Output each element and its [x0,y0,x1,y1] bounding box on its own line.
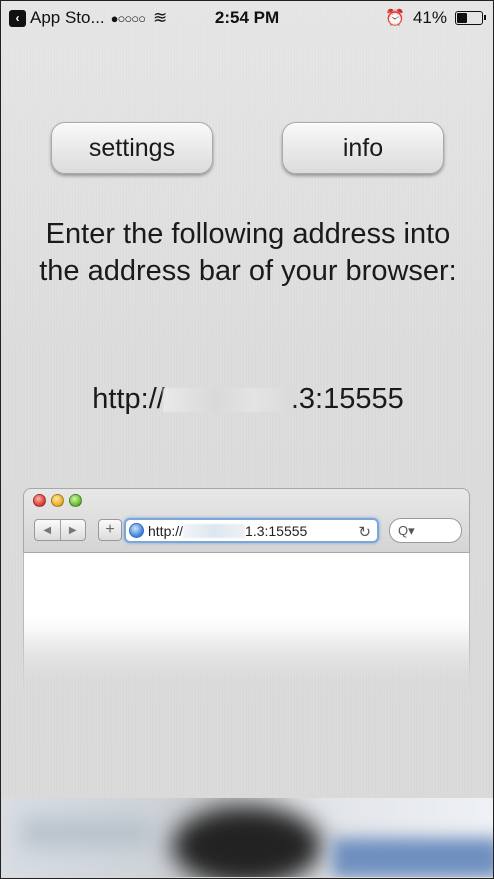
ad-banner[interactable] [2,798,493,877]
browser-toolbar: ◀ ▶ + http:// 1.3:15555 ↻ Q▾ [23,488,470,553]
app-screen: ‹ App Sto... ●○○○○ ≋ 2:54 PM ⏰ 41% setti… [0,0,494,879]
url-suffix: 1.3:15555 [245,522,308,539]
status-right: ⏰ 41% [385,8,486,28]
minimize-window-icon [51,494,64,507]
instructions-text: Enter the following address into the add… [39,218,457,287]
battery-percent: 41% [412,8,447,27]
server-address: http:// .3:15555 [1,383,493,416]
ad-image-part [172,806,322,877]
search-icon: Q▾ [398,522,415,538]
redacted-ip-mask [162,388,293,413]
redacted-url-mask [183,523,246,538]
browser-page-area [23,553,470,693]
close-window-icon [33,494,46,507]
add-bookmark-icon: + [98,519,122,541]
forward-arrow-icon: ▶ [59,520,86,540]
status-bar: ‹ App Sto... ●○○○○ ≋ 2:54 PM ⏰ 41% [1,1,493,35]
back-arrow-icon: ◀ [43,524,52,536]
alarm-icon: ⏰ [385,10,405,27]
reload-icon: ↻ [358,524,371,541]
illustration-search-box: Q▾ [389,518,462,543]
info-button[interactable]: info [282,122,444,174]
globe-icon [129,523,144,538]
battery-fill [457,13,467,23]
battery-icon [455,11,486,25]
browser-illustration: ◀ ▶ + http:// 1.3:15555 ↻ Q▾ [23,488,470,693]
zoom-window-icon [69,494,82,507]
ad-image-part [332,838,493,877]
illustration-url-bar: http:// 1.3:15555 ↻ [124,518,379,543]
address-prefix: http:// [92,383,165,415]
ad-image-part [22,818,152,848]
back-forward-buttons: ◀ ▶ [34,519,86,541]
url-prefix: http:// [148,522,184,539]
settings-button[interactable]: settings [51,122,213,174]
address-suffix: .3:15555 [290,383,404,415]
